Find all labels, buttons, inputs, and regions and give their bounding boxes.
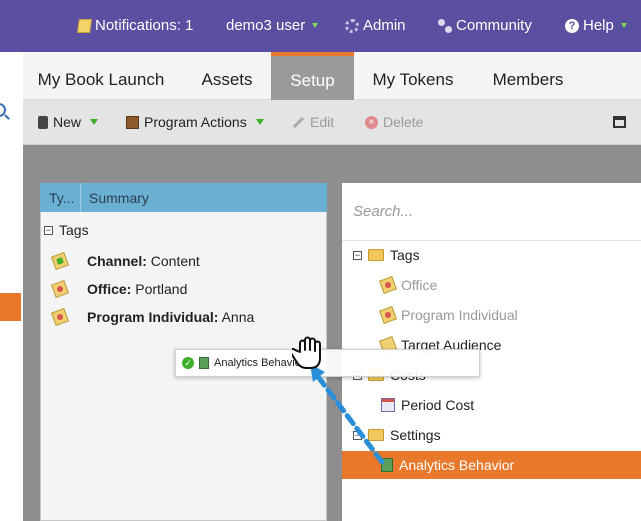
help-icon: ? [565, 18, 579, 33]
search-input[interactable]: Search... [353, 203, 413, 220]
tree-item[interactable]: Office [379, 276, 438, 294]
edit-button[interactable]: Edit [292, 114, 334, 130]
edit-label: Edit [310, 114, 335, 130]
check-icon: ✓ [182, 357, 194, 369]
new-label: New [53, 114, 82, 130]
hand-cursor-icon [292, 336, 321, 369]
tab-assets[interactable]: Assets [186, 52, 268, 100]
tree-item-label: Analytics Behavior [399, 457, 515, 473]
collapse-icon[interactable]: − [353, 250, 362, 260]
folder-icon [368, 249, 384, 261]
drag-ghost-label: Analytics Behavior [214, 357, 305, 369]
divider [342, 240, 641, 241]
collapse-icon[interactable]: − [44, 225, 53, 235]
top-bar: Notifications: 1 demo3 user Admin Commun… [0, 0, 641, 52]
tag-row[interactable]: Program Individual: Anna [51, 308, 255, 326]
tags-grid-header: Ty... Summary [40, 183, 327, 212]
program-actions-label: Program Actions [144, 114, 247, 130]
community-label: Community [456, 17, 532, 34]
admin-menu[interactable]: Admin [345, 17, 406, 34]
tree-group-label: Tags [390, 247, 420, 263]
tag-icon [51, 308, 69, 326]
column-summary-header[interactable]: Summary [89, 190, 149, 206]
notifications-label: Notifications: 1 [95, 17, 194, 34]
help-menu[interactable]: ? Help [565, 17, 627, 34]
chevron-down-icon [620, 23, 627, 28]
chevron-down-icon [312, 23, 319, 28]
tag-value: Anna [221, 309, 255, 325]
selected-tree-item[interactable] [0, 293, 21, 321]
drag-arrow [310, 364, 385, 465]
tags-group-label: Tags [59, 222, 89, 238]
tag-row[interactable]: Office: Portland [51, 280, 188, 298]
notepad-icon [77, 18, 92, 33]
drag-arrow-line [313, 371, 385, 465]
new-button[interactable]: New [38, 114, 99, 130]
tag-value: Content [150, 253, 200, 269]
tag-value: Portland [135, 281, 188, 297]
tag-label: Channel: [87, 253, 147, 269]
left-tree-strip [0, 52, 23, 521]
notifications-menu[interactable]: Notifications: 1 [77, 17, 194, 34]
delete-label: Delete [383, 114, 424, 130]
admin-label: Admin [363, 17, 406, 34]
tag-row[interactable]: Channel: Content [51, 252, 200, 270]
tag-icon [379, 306, 397, 324]
tree-item-label: Office [401, 277, 438, 293]
tag-icon [379, 276, 397, 294]
tab-members[interactable]: Members [478, 52, 578, 100]
help-label: Help [583, 17, 614, 34]
user-menu[interactable]: demo3 user [226, 17, 319, 34]
channel-tag-icon [51, 252, 69, 270]
chevron-down-icon [90, 119, 99, 125]
chevron-down-icon [255, 119, 264, 125]
program-actions-button[interactable]: Program Actions [126, 114, 264, 130]
gear-icon [345, 18, 359, 33]
delete-icon: × [365, 115, 378, 129]
tree-item-label: Period Cost [401, 397, 475, 413]
tree-item[interactable]: Program Individual [379, 306, 518, 324]
tree-group-tags[interactable]: − Tags [353, 247, 420, 263]
new-icon [38, 115, 48, 129]
tag-label: Program Individual: [87, 309, 219, 325]
community-menu[interactable]: Community [438, 17, 532, 34]
document-icon [199, 357, 209, 369]
user-label: demo3 user [226, 17, 306, 34]
tag-label: Office: [87, 281, 132, 297]
tab-my-tokens[interactable]: My Tokens [360, 52, 466, 100]
tags-group-row[interactable]: − Tags [44, 222, 89, 238]
program-icon [126, 115, 139, 129]
tab-my-book-launch[interactable]: My Book Launch [26, 52, 176, 100]
tag-icon [51, 280, 69, 298]
column-divider [80, 183, 81, 212]
tree-item-label: Program Individual [401, 307, 518, 323]
pencil-icon [292, 116, 305, 128]
tab-setup[interactable]: Setup [271, 52, 354, 100]
community-icon [438, 18, 452, 33]
delete-button[interactable]: × Delete [365, 114, 423, 130]
window-icon[interactable] [613, 116, 626, 128]
column-type-header[interactable]: Ty... [49, 190, 74, 206]
